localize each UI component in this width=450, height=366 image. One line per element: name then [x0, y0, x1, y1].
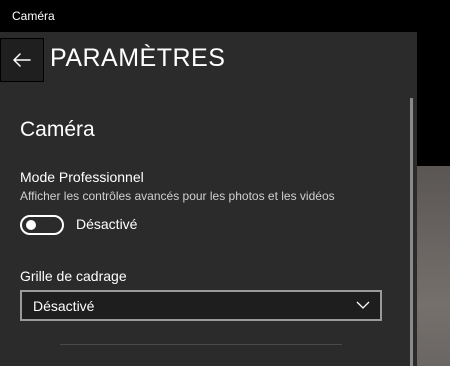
scrollbar[interactable] [410, 98, 413, 366]
back-button[interactable] [0, 38, 44, 82]
pro-mode-label: Mode Professionnel [20, 169, 144, 185]
title-bar: Caméra [0, 0, 450, 32]
framing-grid-selected: Désactivé [33, 298, 95, 314]
pro-mode-toggle[interactable] [20, 215, 64, 235]
camera-preview-image [417, 166, 450, 366]
pro-mode-state: Désactivé [76, 216, 138, 232]
arrow-left-icon [13, 53, 31, 67]
framing-grid-label: Grille de cadrage [20, 268, 127, 284]
divider [60, 344, 342, 345]
toggle-knob [26, 220, 36, 230]
chevron-down-icon [356, 301, 370, 309]
section-title: Caméra [20, 118, 95, 141]
framing-grid-dropdown[interactable]: Désactivé [20, 290, 382, 321]
pro-mode-description: Afficher les contrôles avancés pour les … [20, 189, 335, 203]
page-title: PARAMÈTRES [50, 44, 226, 72]
app-title: Caméra [12, 9, 55, 23]
